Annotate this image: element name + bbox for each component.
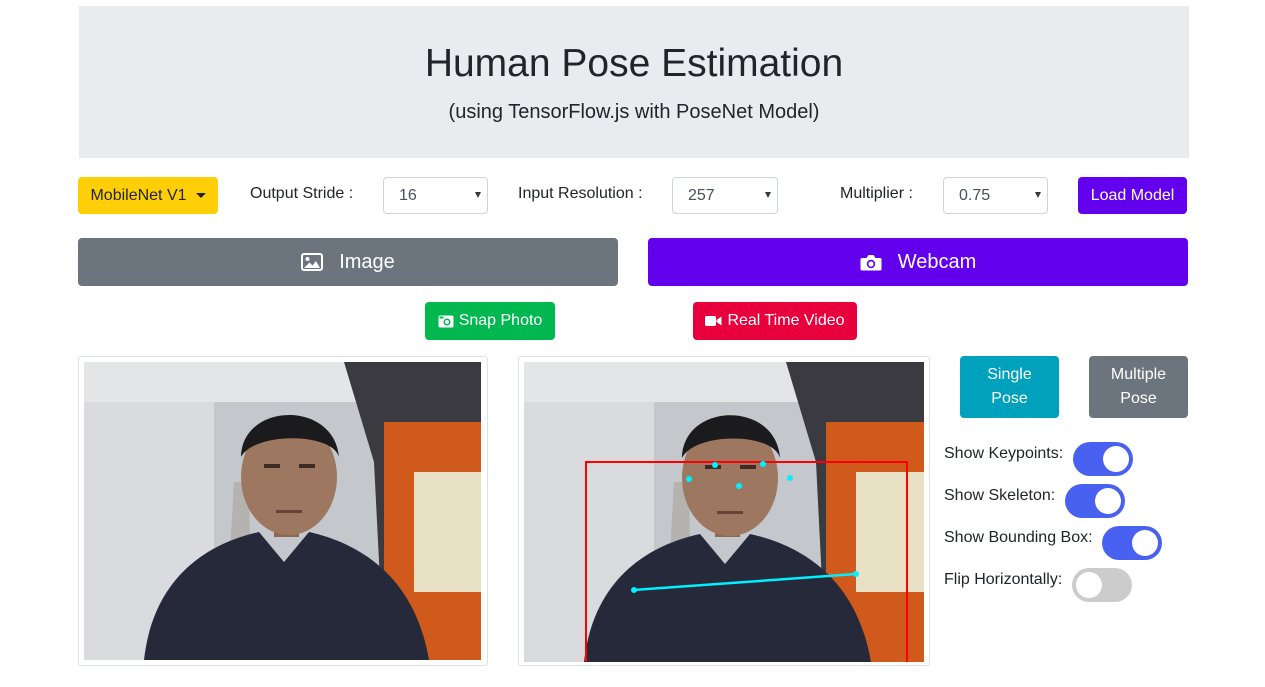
multiplier-select[interactable]: 0.75	[943, 177, 1048, 214]
output-pose-frame	[518, 356, 930, 666]
multiplier-value: 0.75	[959, 186, 991, 204]
flip-horizontally-toggle[interactable]	[1072, 568, 1132, 602]
toggle-knob	[1076, 572, 1102, 598]
toggle-knob	[1095, 488, 1121, 514]
snap-photo-button[interactable]: Snap Photo	[425, 302, 555, 340]
page-title: Human Pose Estimation	[424, 42, 844, 85]
multiplier-label: Multiplier :	[840, 185, 913, 202]
show-keypoints-toggle[interactable]	[1073, 442, 1133, 476]
input-resolution-value: 257	[688, 186, 715, 204]
keypoint	[686, 476, 692, 482]
multiple-pose-label-line1: Multiple	[1110, 366, 1167, 383]
keypoint	[760, 461, 766, 467]
caret-down-icon	[195, 193, 206, 198]
multiple-pose-label-line2: Pose	[1120, 390, 1157, 407]
show-bounding-box-toggle[interactable]	[1102, 526, 1162, 560]
input-resolution-select[interactable]: 257	[672, 177, 778, 214]
keypoint	[787, 475, 793, 481]
single-pose-label-line1: Single	[987, 366, 1032, 383]
multiple-pose-button[interactable]: Multiple Pose	[1089, 356, 1188, 418]
show-bounding-box-label: Show Bounding Box:	[944, 529, 1093, 546]
model-dropdown-label: MobileNet V1	[90, 186, 187, 204]
select-arrow-icon	[765, 192, 771, 198]
video-camera-icon	[705, 315, 722, 327]
keypoint	[712, 462, 718, 468]
show-keypoints-label: Show Keypoints:	[944, 445, 1064, 462]
input-resolution-label: Input Resolution :	[518, 185, 643, 202]
single-pose-label-line2: Pose	[991, 390, 1028, 407]
keypoint	[631, 587, 637, 593]
page-subtitle: (using TensorFlow.js with PoseNet Model)	[448, 101, 820, 123]
show-skeleton-label: Show Skeleton:	[944, 487, 1056, 504]
show-skeleton-toggle[interactable]	[1065, 484, 1125, 518]
webcam-mode-button[interactable]: Webcam	[648, 238, 1188, 286]
output-stride-value: 16	[399, 186, 417, 204]
keypoint	[853, 571, 859, 577]
select-arrow-icon	[475, 192, 481, 198]
camera-icon	[860, 253, 882, 272]
single-pose-button[interactable]: Single Pose	[960, 356, 1059, 418]
flip-horizontally-label: Flip Horizontally:	[944, 571, 1063, 588]
output-stride-label: Output Stride :	[250, 185, 354, 202]
real-time-video-label: Real Time Video	[727, 312, 845, 329]
image-mode-label: Image	[339, 251, 395, 273]
camera-retro-icon	[438, 314, 454, 328]
toggle-knob	[1103, 446, 1129, 472]
load-model-button[interactable]: Load Model	[1078, 177, 1187, 214]
image-icon	[301, 253, 324, 271]
output-stride-select[interactable]: 16	[383, 177, 488, 214]
output-pose-canvas	[524, 362, 924, 662]
input-image-frame	[78, 356, 488, 666]
header-jumbotron: Human Pose Estimation (using TensorFlow.…	[79, 6, 1189, 158]
select-arrow-icon	[1035, 192, 1041, 198]
model-dropdown-button[interactable]: MobileNet V1	[78, 177, 218, 214]
webcam-mode-label: Webcam	[897, 251, 977, 273]
toggle-knob	[1132, 530, 1158, 556]
input-webcam-photo	[84, 362, 481, 660]
real-time-video-button[interactable]: Real Time Video	[693, 302, 857, 340]
image-mode-button[interactable]: Image	[78, 238, 618, 286]
keypoint	[736, 483, 742, 489]
snap-photo-label: Snap Photo	[458, 312, 543, 329]
